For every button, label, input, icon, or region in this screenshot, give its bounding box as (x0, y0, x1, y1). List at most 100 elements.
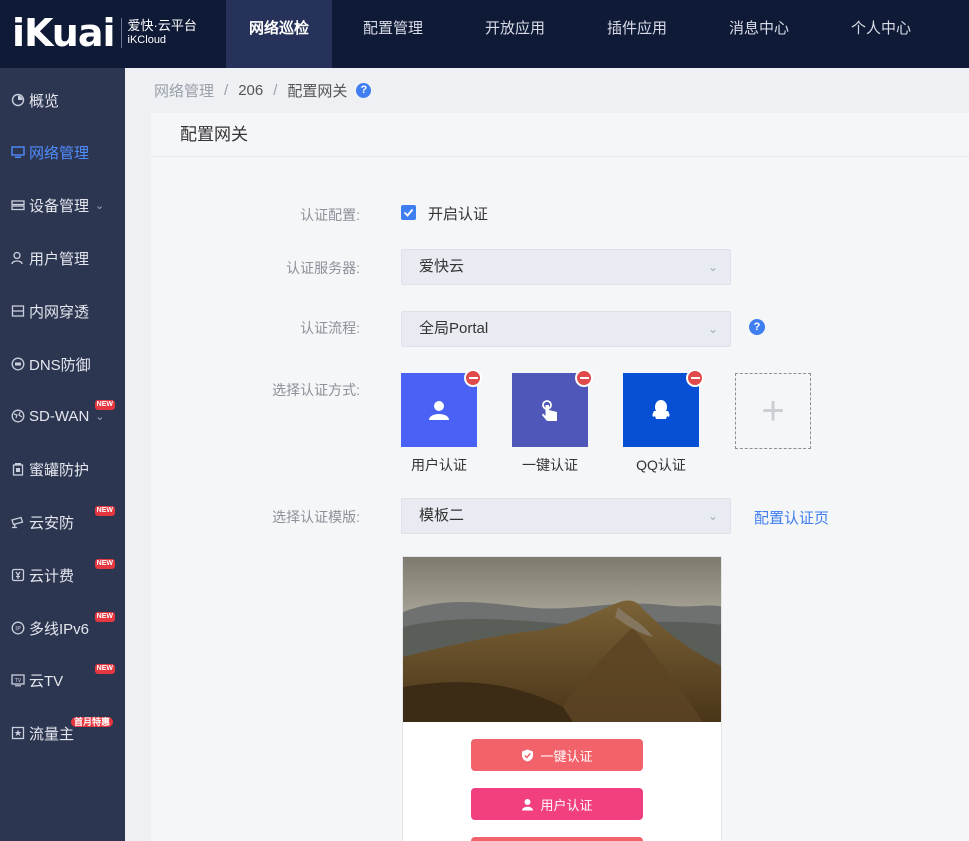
shield-check-icon (522, 749, 534, 761)
auth-method-qq-label: QQ认证 (636, 457, 686, 473)
configure-auth-page-link[interactable]: 配置认证页 (754, 507, 829, 528)
sidebar-item-sdwan[interactable]: SD-WAN ⌄ NEW (0, 396, 125, 436)
auth-template-label: 选择认证模版: (272, 509, 360, 525)
new-badge: NEW (94, 559, 115, 569)
breadcrumb-device[interactable]: 206 (238, 82, 263, 99)
dashboard-icon (10, 93, 25, 108)
chevron-down-icon: ⌄ (95, 410, 105, 423)
server-icon (10, 198, 25, 213)
preview-user-auth-label: 用户认证 (540, 797, 593, 813)
remove-icon[interactable] (464, 369, 482, 387)
chevron-down-icon: ⌄ (707, 322, 718, 336)
dns-shield-icon (10, 357, 25, 372)
sidebar-item-cloud-security[interactable]: 云安防 NEW (0, 502, 125, 542)
page-title: 配置网关 (151, 113, 969, 157)
auth-method-user[interactable] (401, 369, 482, 447)
auth-server-select[interactable]: 爱快云 ⌄ (401, 249, 731, 285)
nav-personal-center[interactable]: 个人中心 (820, 0, 942, 68)
help-icon[interactable]: ? (749, 319, 765, 335)
sidebar-item-honeypot[interactable]: 蜜罐防护 (0, 449, 125, 489)
qq-icon (652, 400, 670, 419)
nav-plugin-apps[interactable]: 插件应用 (576, 0, 698, 68)
breadcrumb: 网络管理 / 206 / 配置网关 ? (154, 80, 372, 101)
sidebar-item-cloud-tv[interactable]: TV 云TV NEW (0, 660, 125, 700)
svg-text:TV: TV (13, 678, 21, 684)
sidebar-item-users[interactable]: 用户管理 (0, 238, 125, 278)
auth-method-onekey[interactable] (512, 369, 593, 447)
nav-network-inspection[interactable]: 网络巡检 (226, 0, 332, 68)
breadcrumb-separator: / (224, 81, 229, 99)
tv-icon: TV (10, 673, 25, 688)
chevron-down-icon: ⌄ (707, 509, 718, 523)
logo-subtitle: 爱快·云平台 iKCloud (128, 18, 197, 48)
enable-auth-label[interactable]: 开启认证 (428, 203, 488, 224)
add-auth-method-button[interactable]: + (735, 373, 811, 449)
sidebar-item-tunnel[interactable]: 内网穿透 (0, 291, 125, 331)
tunnel-icon (10, 304, 25, 319)
promo-badge: 首月特惠 (70, 717, 113, 727)
breadcrumb-separator: / (273, 81, 278, 99)
auth-method-qq[interactable] (623, 369, 704, 447)
checkmark-icon (403, 208, 414, 217)
logo-wordmark: iKuai (12, 11, 116, 55)
sidebar-item-label: 云计费 (29, 567, 75, 585)
sidebar-item-label: 云TV (29, 672, 64, 690)
auth-server-label: 认证服务器: (286, 260, 360, 276)
chevron-down-icon: ⌄ (707, 260, 718, 274)
sidebar-item-billing[interactable]: 云计费 NEW (0, 555, 125, 595)
brand-logo[interactable]: iKuai 爱快·云平台 iKCloud (12, 8, 197, 58)
sidebar-item-traffic-host[interactable]: 流量主 首月特惠 (0, 713, 125, 753)
svg-text:IP: IP (15, 626, 21, 633)
sidebar-item-ipv6[interactable]: IP 多线IPv6 NEW (0, 608, 125, 648)
sidebar: 概览 网络管理 设备管理 ⌄ 用户管理 内网穿透 DNS防御 SD-WAN ⌄ … (0, 68, 125, 841)
sidebar-item-network[interactable]: 网络管理 (0, 132, 125, 172)
brand-name-en: iKCloud (127, 34, 167, 46)
preview-third-button[interactable] (471, 837, 643, 841)
new-badge: NEW (94, 506, 115, 516)
template-preview: 一键认证 用户认证 (402, 556, 722, 841)
sidebar-item-devices[interactable]: 设备管理 ⌄ (0, 185, 125, 225)
sidebar-item-label: 内网穿透 (29, 303, 90, 321)
honeypot-icon (10, 462, 25, 477)
sidebar-item-label: SD-WAN (29, 407, 90, 425)
auth-flow-label: 认证流程: (300, 320, 360, 336)
logo-divider (120, 18, 122, 48)
monitor-icon (10, 145, 25, 160)
new-badge: NEW (94, 664, 115, 674)
nav-message-center[interactable]: 消息中心 (698, 0, 820, 68)
nav-open-apps[interactable]: 开放应用 (454, 0, 576, 68)
sidebar-item-overview[interactable]: 概览 (0, 80, 125, 120)
preview-user-auth-button[interactable]: 用户认证 (471, 788, 643, 820)
sidebar-item-label: 云安防 (29, 514, 75, 532)
brand-name-cn: 爱快·云平台 (127, 18, 197, 33)
sidebar-item-label: 用户管理 (29, 250, 90, 268)
landscape-image (403, 557, 721, 722)
star-icon (10, 726, 25, 741)
remove-icon[interactable] (686, 369, 704, 387)
sidebar-item-label: 多线IPv6 (29, 620, 90, 638)
nav-config-management[interactable]: 配置管理 (332, 0, 454, 68)
new-badge: NEW (94, 612, 115, 622)
sidebar-item-dns[interactable]: DNS防御 (0, 344, 125, 384)
user-icon (10, 251, 25, 266)
breadcrumb-network-management[interactable]: 网络管理 (154, 80, 214, 101)
auth-methods-label: 选择认证方式: (272, 382, 360, 398)
auth-template-value: 模板二 (419, 507, 465, 524)
help-icon[interactable]: ? (356, 82, 372, 98)
new-badge: NEW (94, 400, 115, 410)
top-nav: 网络巡检 配置管理 开放应用 插件应用 消息中心 个人中心 (226, 0, 942, 68)
auth-config-label: 认证配置: (300, 207, 360, 223)
globe-icon (10, 409, 25, 424)
enable-auth-checkbox[interactable] (401, 205, 416, 220)
preview-onekey-auth-button[interactable]: 一键认证 (471, 739, 643, 771)
auth-flow-select[interactable]: 全局Portal ⌄ (401, 311, 731, 347)
plus-icon: + (761, 388, 785, 433)
auth-flow-value: 全局Portal (419, 320, 489, 337)
ipv6-icon: IP (10, 621, 25, 636)
breadcrumb-current: 配置网关 (287, 82, 348, 100)
sidebar-item-label: 网络管理 (29, 144, 90, 162)
remove-icon[interactable] (575, 369, 593, 387)
auth-template-select[interactable]: 模板二 ⌄ (401, 498, 731, 534)
camera-icon (10, 515, 25, 530)
top-bar: iKuai 爱快·云平台 iKCloud 网络巡检 配置管理 开放应用 插件应用… (0, 0, 969, 68)
